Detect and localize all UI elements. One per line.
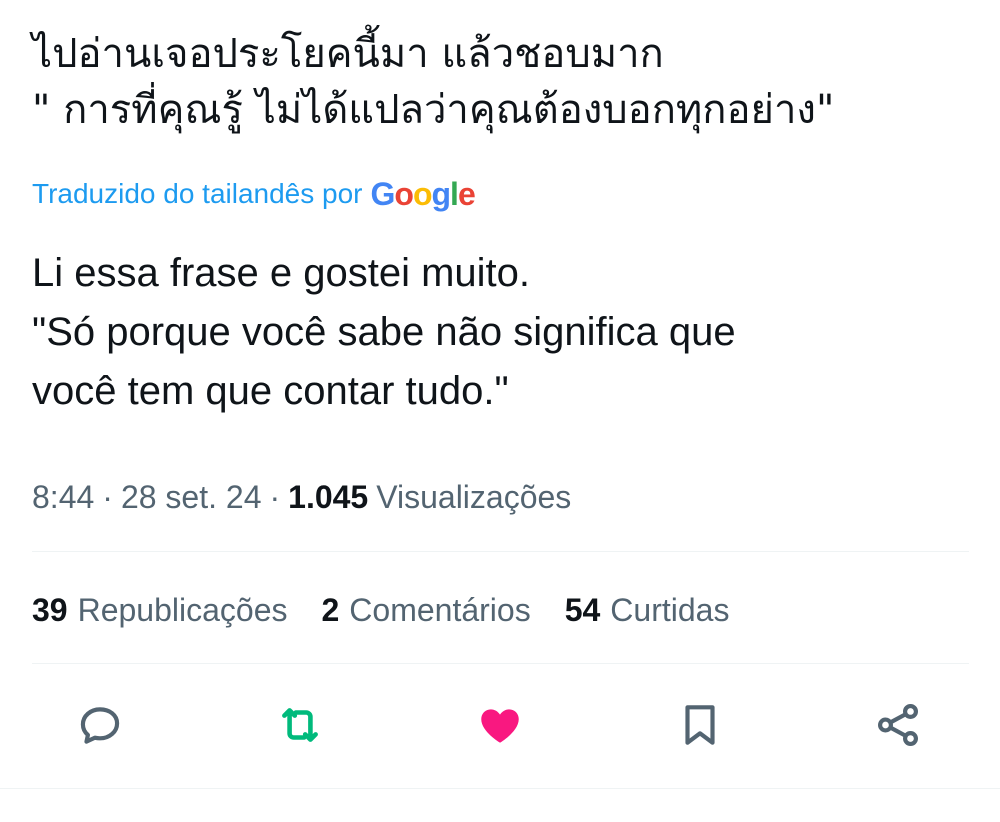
reposts-label: Republicações: [77, 591, 288, 628]
tweet-translated-text: Li essa frase e gostei muito. "Só porque…: [32, 244, 972, 421]
tweet-original-text: ไปอ่านเจอประโยคนี้มา แล้วชอบมาก " การที่…: [32, 26, 972, 138]
original-line-2: " การที่คุณรู้ ไม่ได้แปลว่าคุณต้องบอกทุก…: [32, 87, 835, 133]
reply-icon: [80, 707, 120, 744]
tweet-date[interactable]: 28 set. 24: [121, 479, 262, 516]
comments-label: Comentários: [349, 591, 531, 628]
tweet-detail: ไปอ่านเจอประโยคนี้มา แล้วชอบมาก " การที่…: [0, 0, 1000, 822]
tweet-time[interactable]: 8:44: [32, 479, 94, 516]
views-count: 1.045: [288, 478, 369, 515]
reposts-count: 39: [32, 591, 68, 628]
divider: [32, 663, 969, 664]
translation-line-2: "Só porque você sabe não significa que: [32, 310, 736, 354]
translation-line-3: você tem que contar tudo.": [32, 369, 509, 413]
likes-label: Curtidas: [610, 591, 730, 628]
views-label: Visualizações: [376, 478, 572, 515]
reply-button[interactable]: [70, 690, 130, 760]
share-icon: [878, 703, 918, 747]
translation-line-1: Li essa frase e gostei muito.: [32, 251, 531, 295]
likes-count: 54: [564, 591, 601, 628]
google-logo: Google: [370, 175, 476, 212]
meta-separator: ·: [102, 478, 113, 515]
reposts-stat[interactable]: 39 Republicações: [32, 592, 288, 629]
divider: [0, 788, 1000, 789]
translation-attribution-label: Traduzido do tailandês por: [32, 178, 363, 209]
heart-icon: [481, 709, 519, 743]
meta-separator: ·: [269, 478, 281, 515]
tweet-metadata: 8:44 · 28 set. 24 · 1.045 Visualizações: [32, 474, 571, 520]
bookmark-button[interactable]: [670, 690, 730, 760]
engagement-stats: 39 Republicações 2 Comentários 54 Curtid…: [32, 587, 763, 633]
repost-button[interactable]: [270, 690, 330, 760]
action-bar: [0, 690, 1000, 760]
original-line-1: ไปอ่านเจอประโยคนี้มา แล้วชอบมาก: [32, 31, 664, 77]
like-button[interactable]: [470, 690, 530, 760]
bookmark-icon: [685, 705, 715, 745]
likes-stat[interactable]: 54 Curtidas: [565, 592, 730, 629]
divider: [32, 551, 969, 552]
translation-attribution[interactable]: Traduzido do tailandês por Google: [32, 174, 476, 214]
comments-stat[interactable]: 2 Comentários: [322, 592, 531, 629]
comments-count: 2: [321, 591, 340, 628]
repost-icon: [282, 708, 318, 742]
share-button[interactable]: [868, 690, 928, 760]
